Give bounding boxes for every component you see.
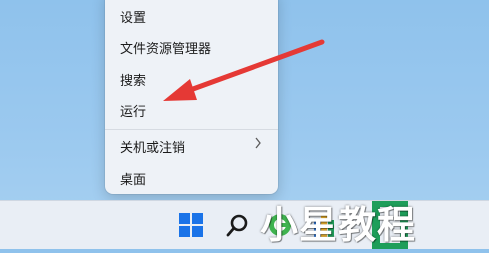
menu-item-label: 搜索 (120, 74, 147, 89)
chevron-right-icon (254, 137, 262, 153)
menu-item-settings[interactable]: 设置 (105, 0, 278, 30)
menu-item-run[interactable]: 运行 (105, 94, 278, 124)
menu-item-label: 运行 (120, 105, 147, 120)
menu-item-shutdown-signout[interactable]: 关机或注销 (105, 130, 278, 160)
menu-item-file-explorer[interactable]: 文件资源管理器 (105, 31, 278, 61)
menu-item-desktop[interactable]: 桌面 (105, 162, 278, 192)
menu-item-search[interactable]: 搜索 (105, 63, 278, 93)
menu-item-label: 关机或注销 (120, 141, 186, 156)
start-context-menu: 设置 文件资源管理器 搜索 运行 关机或注销 桌面 (105, 0, 278, 194)
watermark-text: 小星教程 (260, 203, 417, 247)
menu-item-label: 文件资源管理器 (120, 42, 212, 57)
windows-start-icon[interactable] (179, 213, 203, 237)
search-icon[interactable] (225, 212, 251, 238)
menu-item-label: 桌面 (120, 173, 147, 188)
menu-item-label: 设置 (120, 11, 147, 26)
